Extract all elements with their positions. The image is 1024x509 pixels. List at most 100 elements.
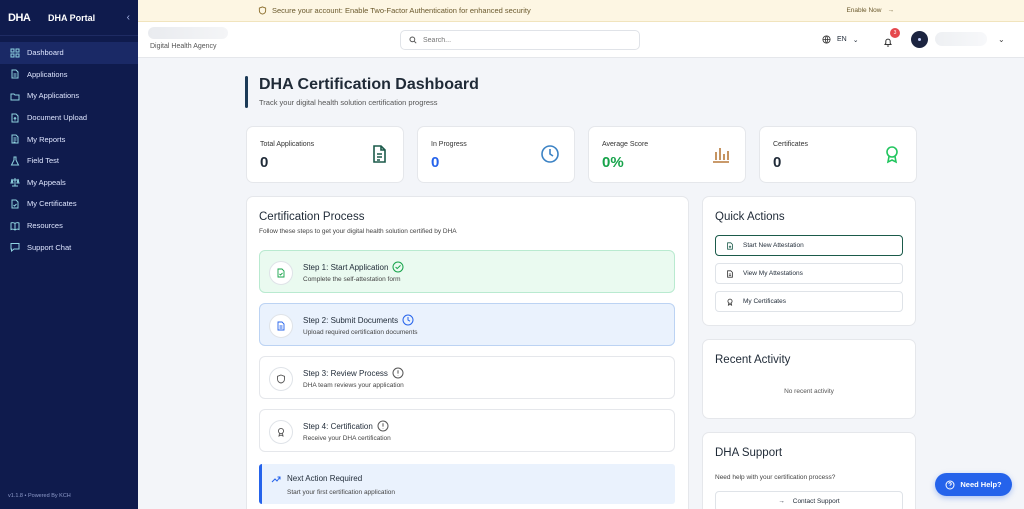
step-title: Step 4: Certification: [303, 420, 389, 432]
step-title-text: Step 3: Review Process: [303, 368, 388, 378]
file-plus-icon: [727, 241, 733, 250]
alert-circle-icon: [377, 420, 389, 432]
stat-card-total-applications: Total Applications 0: [246, 126, 404, 183]
step-title: Step 3: Review Process: [303, 367, 404, 379]
step-description: Receive your DHA certification: [303, 435, 391, 442]
agency-name: Digital Health Agency: [150, 43, 217, 50]
stat-label: Certificates: [773, 141, 809, 148]
recent-activity-card: Recent Activity No recent activity: [702, 339, 916, 419]
step-title-text: Step 4: Certification: [303, 421, 373, 431]
sidebar-item-my-applications[interactable]: My Applications: [0, 85, 138, 107]
sidebar-item-label: Field Test: [27, 156, 59, 166]
stat-card-certificates: Certificates 0: [759, 126, 917, 183]
view-my-attestations-button[interactable]: View My Attestations: [715, 263, 903, 284]
sidebar-item-my-certificates[interactable]: My Certificates: [0, 193, 138, 215]
card-subtitle: Need help with your certification proces…: [715, 474, 836, 481]
title-accent-bar: [245, 76, 248, 108]
sidebar-header: DHA DHA Portal ‹: [0, 0, 138, 36]
book-icon: [10, 221, 20, 231]
language-label: EN: [837, 36, 847, 43]
upload-icon: [10, 113, 20, 123]
clock-icon: [540, 144, 560, 164]
search-icon: [409, 36, 417, 44]
stat-label: In Progress: [431, 141, 467, 148]
step-2-submit-documents[interactable]: Step 2: Submit Documents Upload required…: [259, 303, 675, 346]
file-check-icon: [269, 261, 293, 285]
stat-value: 0: [773, 154, 782, 171]
stat-value: 0: [431, 154, 440, 171]
card-title: Recent Activity: [715, 354, 791, 366]
dashboard-icon: [10, 48, 20, 58]
step-3-review-process[interactable]: Step 3: Review Process DHA team reviews …: [259, 356, 675, 399]
sidebar-item-label: My Appeals: [27, 177, 66, 187]
step-1-start-application[interactable]: Step 1: Start Application Complete the s…: [259, 250, 675, 293]
shield-icon: [269, 367, 293, 391]
card-title: Quick Actions: [715, 211, 785, 223]
sidebar-item-label: My Applications: [27, 91, 80, 101]
certificate-icon: [10, 199, 20, 209]
sidebar-item-dashboard[interactable]: Dashboard: [0, 42, 138, 64]
my-certificates-button[interactable]: My Certificates: [715, 291, 903, 312]
alert-circle-icon: [392, 367, 404, 379]
folder-icon: [10, 91, 20, 101]
shield-icon: [258, 6, 267, 15]
step-description: Upload required certification documents: [303, 329, 418, 336]
bell-icon: [884, 38, 892, 47]
button-label: My Certificates: [743, 298, 786, 305]
stat-value: 0%: [602, 154, 624, 171]
start-new-attestation-button[interactable]: Start New Attestation: [715, 235, 903, 256]
sidebar-item-label: Document Upload: [27, 113, 88, 123]
stat-label: Total Applications: [260, 141, 315, 148]
sidebar-footer: v1.1.8 • Powered By KCH: [8, 493, 71, 499]
search-input[interactable]: [423, 36, 623, 44]
avatar[interactable]: [911, 31, 928, 48]
page-title: DHA Certification Dashboard: [259, 76, 479, 93]
trending-up-icon: [271, 476, 281, 483]
dha-logo[interactable]: DHA: [8, 11, 38, 25]
file-icon: [10, 69, 20, 79]
sidebar-item-field-test[interactable]: Field Test: [0, 150, 138, 172]
quick-actions-card: Quick Actions Start New Attestation View…: [702, 196, 916, 326]
globe-icon: [822, 35, 831, 44]
step-4-certification[interactable]: Step 4: Certification Receive your DHA c…: [259, 409, 675, 452]
card-title: Certification Process: [259, 211, 365, 223]
search-box[interactable]: [400, 30, 640, 50]
enable-now-link[interactable]: Enable Now →: [846, 7, 894, 14]
agency-logo-redacted: [148, 27, 228, 39]
user-menu-chevron-icon[interactable]: ⌄: [998, 35, 1005, 44]
chevron-left-icon[interactable]: ‹: [127, 12, 130, 23]
sidebar-item-resources[interactable]: Resources: [0, 215, 138, 237]
card-subtitle: Follow these steps to get your digital h…: [259, 228, 457, 235]
sidebar-item-my-appeals[interactable]: My Appeals: [0, 172, 138, 194]
sidebar-item-my-reports[interactable]: My Reports: [0, 128, 138, 150]
sidebar-nav: Dashboard Applications My Applications D…: [0, 36, 138, 258]
stat-label: Average Score: [602, 141, 649, 148]
award-icon: [269, 420, 293, 444]
sidebar-item-label: My Certificates: [27, 199, 77, 209]
contact-support-button[interactable]: → Contact Support: [715, 491, 903, 509]
language-selector[interactable]: EN ⌄: [822, 35, 859, 44]
step-title-text: Step 1: Start Application: [303, 262, 389, 272]
document-icon: [369, 144, 389, 164]
banner-text: Secure your account: Enable Two-Factor A…: [272, 6, 531, 15]
need-help-button[interactable]: Need Help?: [935, 473, 1012, 496]
page-subtitle: Track your digital health solution certi…: [259, 98, 438, 107]
sidebar-item-applications[interactable]: Applications: [0, 64, 138, 86]
stat-card-average-score: Average Score 0%: [588, 126, 746, 183]
button-label: Contact Support: [792, 498, 840, 505]
sidebar: DHA DHA Portal ‹ Dashboard Applications …: [0, 0, 138, 509]
step-description: DHA team reviews your application: [303, 382, 404, 389]
chevron-down-icon: ⌄: [852, 36, 859, 44]
avatar-dot: [918, 38, 921, 41]
security-banner: Secure your account: Enable Two-Factor A…: [138, 0, 1024, 22]
notifications-button[interactable]: 3: [883, 28, 900, 47]
sidebar-item-label: Resources: [27, 221, 63, 231]
step-title: Step 2: Submit Documents: [303, 314, 414, 326]
sidebar-item-document-upload[interactable]: Document Upload: [0, 107, 138, 129]
sidebar-item-support-chat[interactable]: Support Chat: [0, 236, 138, 258]
next-action-title: Next Action Required: [287, 474, 363, 483]
bar-chart-icon: [711, 144, 731, 164]
step-title: Step 1: Start Application: [303, 261, 404, 273]
help-circle-icon: [945, 480, 955, 489]
stat-card-in-progress: In Progress 0: [417, 126, 575, 183]
